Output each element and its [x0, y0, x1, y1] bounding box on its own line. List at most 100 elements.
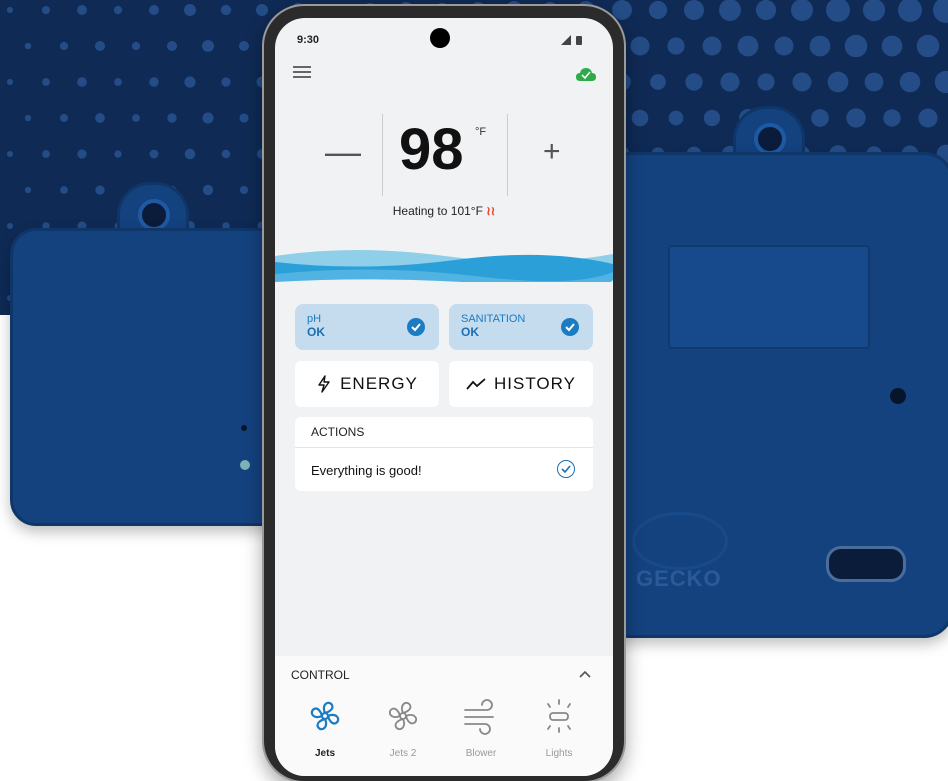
background-dot — [881, 35, 903, 57]
background-dot — [612, 0, 632, 20]
light-icon — [547, 699, 571, 733]
cloud-connected-icon[interactable] — [575, 66, 597, 82]
background-dot — [77, 77, 87, 87]
background-dot — [6, 6, 14, 14]
ph-label: pH — [307, 313, 322, 325]
background-dot — [899, 71, 921, 93]
background-dot — [648, 0, 668, 20]
background-dot — [846, 108, 866, 128]
lightning-icon — [318, 375, 330, 393]
background-dot — [918, 108, 938, 128]
check-circle-outline-icon — [557, 460, 575, 478]
background-dot — [149, 149, 159, 159]
background-dot — [685, 73, 703, 91]
background-dot — [221, 77, 231, 87]
decrease-temperature-button[interactable]: — — [325, 134, 361, 170]
control-label: Jets — [314, 748, 335, 759]
background-dot — [6, 150, 14, 158]
check-circle-icon — [561, 318, 579, 336]
background-dot — [668, 110, 684, 126]
background-dot — [883, 109, 901, 127]
control-title: CONTROL — [291, 668, 350, 682]
temperature-unit: °F — [475, 126, 487, 138]
gecko-logo-icon — [632, 512, 728, 570]
background-dot — [702, 36, 722, 56]
control-label: Blower — [465, 748, 497, 759]
background-dot — [202, 112, 214, 124]
background-dot — [757, 73, 775, 91]
background-dot — [631, 109, 649, 127]
background-dot — [24, 42, 32, 50]
heat-waves-icon: ≀≀ — [486, 204, 496, 218]
background-dot — [59, 41, 69, 51]
divider — [295, 447, 593, 448]
background-dot — [809, 35, 831, 57]
background-dot — [166, 40, 178, 52]
background-dot — [114, 150, 122, 158]
status-led — [240, 460, 250, 470]
hamburger-menu-icon[interactable] — [293, 66, 311, 80]
background-dot — [933, 0, 948, 23]
background-dot — [131, 41, 141, 51]
actions-title: ACTIONS — [311, 425, 365, 439]
background-dot — [167, 113, 177, 123]
background-dot — [650, 74, 666, 90]
trend-line-icon — [466, 378, 486, 390]
background-dot — [132, 114, 140, 122]
background-dot — [42, 150, 50, 158]
phone-device: 9:30 — 98 °F + Heating to 101°F ≀≀ pH OK… — [264, 6, 624, 781]
background-dot — [791, 0, 813, 21]
history-button[interactable]: HISTORY — [449, 361, 593, 407]
background-dot — [811, 109, 829, 127]
background-dot — [827, 71, 849, 93]
background-dot — [255, 3, 269, 17]
background-dot — [220, 4, 232, 16]
background-dot — [221, 149, 231, 159]
background-dot — [24, 114, 32, 122]
sanitation-status-chip[interactable]: SANITATION OK — [449, 304, 593, 350]
energy-button[interactable]: ENERGY — [295, 361, 439, 407]
background-dot — [239, 113, 249, 123]
check-circle-icon — [407, 318, 425, 336]
control-blower[interactable]: Blower — [449, 696, 513, 766]
heating-text: Heating to 101°F — [392, 204, 483, 218]
current-temperature: 98 — [399, 117, 464, 182]
background-dot — [898, 0, 922, 22]
background-dot — [6, 222, 14, 230]
background-dot — [630, 36, 650, 56]
chevron-up-icon[interactable] — [577, 666, 593, 682]
wind-icon — [464, 699, 494, 735]
water-wave-graphic — [275, 250, 613, 292]
background-dot — [737, 35, 759, 57]
sanitation-value: OK — [461, 325, 479, 339]
control-lights[interactable]: Lights — [527, 696, 591, 766]
brand-name: GECKO — [636, 566, 722, 591]
app-screen: 9:30 — 98 °F + Heating to 101°F ≀≀ pH OK… — [275, 18, 613, 776]
background-dot — [667, 37, 685, 55]
background-dot — [77, 5, 87, 15]
background-dot — [916, 34, 940, 58]
background-dot — [239, 185, 249, 195]
background-dot — [149, 77, 159, 87]
background-dot — [41, 5, 51, 15]
control-jets-2[interactable]: Jets 2 — [371, 696, 435, 766]
module-port-slot — [826, 546, 906, 582]
background-dot — [720, 72, 740, 92]
background-dot — [202, 184, 214, 196]
ph-status-chip[interactable]: pH OK — [295, 304, 439, 350]
increase-temperature-button[interactable]: + — [543, 134, 561, 170]
control-jets[interactable]: Jets — [293, 696, 357, 766]
energy-label: ENERGY — [340, 374, 418, 393]
left-hardware-module — [10, 228, 294, 526]
ph-value: OK — [307, 325, 325, 339]
background-dot — [755, 0, 777, 21]
sanitation-label: SANITATION — [461, 313, 526, 325]
background-dot — [184, 4, 196, 16]
control-label: Lights — [545, 748, 573, 759]
module-dot — [241, 425, 247, 431]
background-dot — [184, 148, 196, 160]
background-dot — [114, 78, 122, 86]
background-dot — [113, 5, 123, 15]
background-dot — [792, 72, 812, 92]
front-camera — [430, 28, 450, 48]
